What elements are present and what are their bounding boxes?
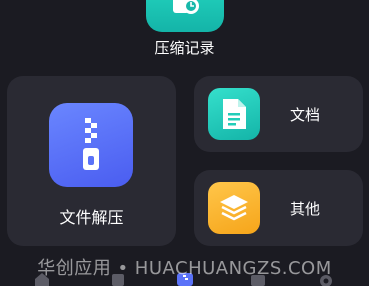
compress-record-tile[interactable] xyxy=(146,0,224,32)
document-icon xyxy=(208,88,260,140)
document-card[interactable]: 文档 xyxy=(194,76,363,152)
unzip-card[interactable]: 文件解压 xyxy=(7,76,176,246)
zip-file-icon xyxy=(49,103,133,187)
compress-record-icon xyxy=(165,0,205,21)
watermark-text: 华创应用 • HUACHUANGZS.COM xyxy=(37,258,332,279)
other-label: 其他 xyxy=(290,200,321,218)
layers-icon xyxy=(208,182,260,234)
compress-record-label: 压缩记录 xyxy=(154,39,215,57)
document-label: 文档 xyxy=(290,106,321,124)
unzip-label: 文件解压 xyxy=(59,208,124,227)
other-card[interactable]: 其他 xyxy=(194,170,363,246)
